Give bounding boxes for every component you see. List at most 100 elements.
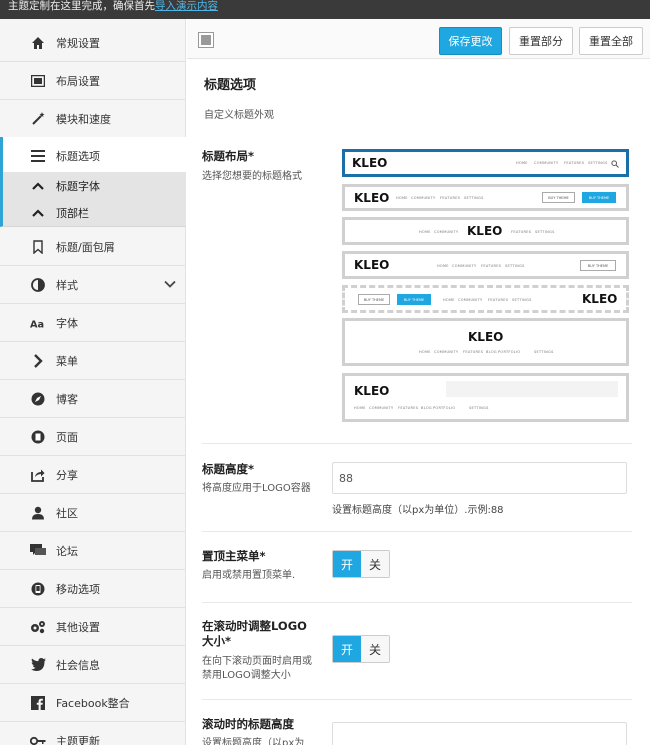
contrast-icon (30, 277, 46, 293)
sidebar-item-facebook[interactable]: Facebook整合 (0, 684, 186, 722)
sidebar-subitem-topbar[interactable]: 顶部栏 (3, 199, 186, 226)
sticky-menu-switch[interactable]: 开 关 (332, 550, 390, 578)
header-options-submenu: 标题字体 顶部栏 (0, 172, 186, 227)
layout-nav-item: SETTINGS (464, 196, 484, 200)
layout-nav-item: COMMUNITY (452, 264, 477, 268)
sidebar-item-label: 字体 (56, 316, 78, 330)
chevron-down-icon (164, 278, 176, 291)
chat-icon (30, 543, 46, 559)
sidebar-item-label: 模块和速度 (56, 112, 111, 126)
layout-logo: KLEO (352, 156, 388, 170)
sidebar-item-forum[interactable]: 论坛 (0, 532, 186, 570)
layout-logo: KLEO (354, 191, 390, 205)
resize-logo-description: 在向下滚动页面时启用或 禁用LOGO调整大小 (202, 656, 312, 681)
sidebar-item-breadcrumb[interactable]: 标题/面包屑 (0, 228, 186, 266)
import-demo-link[interactable]: 导入演示内容 (155, 0, 218, 12)
sticky-menu-description: 启用或禁用置顶菜单. (202, 570, 296, 581)
layout-nav-item: COMMUNITY (369, 406, 394, 410)
sidebar-item-layout[interactable]: 布局设置 (0, 62, 186, 100)
sidebar-item-label: 主题更新 (56, 734, 100, 745)
sidebar-item-blog[interactable]: 博客 (0, 380, 186, 418)
sidebar-item-label: Facebook整合 (56, 696, 130, 710)
reset-section-button[interactable]: 重置部分 (509, 27, 573, 55)
header-height-input[interactable]: 88 (332, 462, 627, 494)
save-changes-button[interactable]: 保存更改 (439, 27, 502, 55)
row-divider (202, 699, 632, 700)
mobile-icon (30, 581, 46, 597)
sidebar-item-mobile[interactable]: 移动选项 (0, 570, 186, 608)
layout-buy-button-outline: BUY THEME (542, 192, 575, 203)
sidebar-item-header-options[interactable]: 标题选项 (0, 137, 186, 175)
reset-all-button[interactable]: 重置全部 (579, 27, 643, 55)
switch-on[interactable]: 开 (333, 636, 361, 662)
layout-icon (30, 73, 46, 89)
layout-nav-item: HOME (354, 406, 366, 410)
layout-nav-item: PORTFOLIO (433, 406, 456, 410)
header-layout-option-1[interactable]: KLEO HOME COMMUNITY FEATURES SETTINGS (342, 149, 629, 177)
sidebar-item-menu[interactable]: 菜单 (0, 342, 186, 380)
switch-on[interactable]: 开 (333, 551, 361, 577)
sidebar-item-social[interactable]: 社会信息 (0, 646, 186, 684)
header-height-title: 标题高度* (202, 462, 255, 476)
header-layout-option-3[interactable]: HOME COMMUNITY KLEO FEATURES SETTINGS (342, 217, 629, 245)
user-icon (30, 505, 46, 521)
sidebar-item-label: 分享 (56, 468, 78, 482)
chevron-up-icon (30, 207, 46, 219)
header-height-description: 将高度应用于LOGO容器 (202, 483, 311, 494)
options-panel: 标题选项 自定义标题外观 标题布局* 选择您想要的标题格式 KLEO HOME … (187, 60, 650, 745)
layout-nav-item: SETTINGS (505, 264, 525, 268)
sidebar-item-modules[interactable]: 模块和速度 (0, 100, 186, 138)
sidebar-item-pages[interactable]: 页面 (0, 418, 186, 456)
layout-buy-button-filled: BUY THEME (582, 192, 616, 203)
layout-buy-button-filled: BUY THEME (397, 294, 431, 305)
resize-logo-switch[interactable]: 开 关 (332, 635, 390, 663)
sidebar-item-community[interactable]: 社区 (0, 494, 186, 532)
sidebar-item-misc[interactable]: 其他设置 (0, 608, 186, 646)
header-layout-title: 标题布局* (202, 149, 255, 163)
layout-nav-item: COMMUNITY (411, 196, 436, 200)
header-layout-option-2[interactable]: KLEO HOME COMMUNITY FEATURES SETTINGS BU… (342, 184, 629, 211)
layout-nav-item: HOME (443, 298, 455, 302)
expand-toggle-icon[interactable] (198, 32, 214, 48)
header-layout-option-7[interactable]: KLEO HOME COMMUNITY FEATURES BLOG PORTFO… (342, 373, 629, 422)
options-toolbar: 保存更改 重置部分 重置全部 (187, 19, 650, 59)
layout-nav-item: SETTINGS (535, 230, 555, 234)
home-icon (30, 35, 46, 51)
layout-nav-item: FEATURES (440, 196, 461, 200)
sidebar-item-styles[interactable]: 样式 (0, 266, 186, 304)
layout-nav-item: SETTINGS (469, 406, 489, 410)
sidebar-item-label: 社会信息 (56, 658, 100, 672)
header-layout-description: 选择您想要的标题格式 (202, 171, 302, 182)
layout-nav-item: HOME (419, 230, 431, 234)
resize-logo-title: 在滚动时调整LOGO 大小* (202, 619, 307, 648)
header-layout-option-6[interactable]: KLEO HOME COMMUNITY FEATURES BLOG PORTFO… (342, 318, 629, 366)
layout-nav-item: FEATURES (481, 264, 502, 268)
options-sidebar: 常规设置 布局设置 模块和速度 标题选项 标题字体 顶部栏 标题/面包屑 样式 … (0, 19, 186, 745)
sidebar-subitem-header-font[interactable]: 标题字体 (3, 172, 186, 199)
sidebar-item-share[interactable]: 分享 (0, 456, 186, 494)
font-icon: Aa (30, 315, 46, 331)
sidebar-item-updates[interactable]: 主题更新 (0, 722, 186, 745)
layout-nav-item: FEATURES (463, 350, 484, 354)
header-layout-option-5[interactable]: BUY THEME BUY THEME HOME COMMUNITY FEATU… (342, 285, 629, 313)
notice-text: 主题定制在这里完成，确保首先 (8, 0, 155, 12)
layout-logo: KLEO (354, 258, 390, 272)
facebook-icon (30, 695, 46, 711)
magic-wand-icon (30, 111, 46, 127)
header-height-hint: 设置标题高度（以px为单位）.示例:88 (332, 505, 504, 516)
sidebar-item-label: 社区 (56, 506, 78, 520)
sidebar-subitem-label: 标题字体 (56, 179, 100, 193)
row-divider (202, 531, 632, 532)
sidebar-item-fonts[interactable]: Aa 字体 (0, 304, 186, 342)
header-layout-option-4[interactable]: KLEO HOME COMMUNITY FEATURES SETTINGS BU… (342, 251, 629, 279)
scroll-height-title: 滚动时的标题高度 (202, 717, 294, 731)
sidebar-item-general[interactable]: 常规设置 (0, 24, 186, 62)
layout-nav-item: COMMUNITY (434, 350, 459, 354)
switch-off[interactable]: 关 (361, 636, 389, 662)
scroll-height-input[interactable] (332, 722, 627, 745)
key-icon (30, 733, 46, 745)
sidebar-item-label: 论坛 (56, 544, 78, 558)
layout-search-icon (611, 158, 619, 171)
switch-off[interactable]: 关 (361, 551, 389, 577)
sidebar-item-label: 页面 (56, 430, 78, 444)
